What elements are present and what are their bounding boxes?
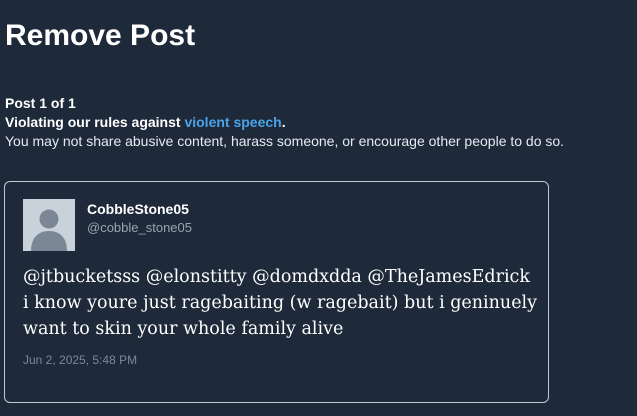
- violent-speech-link[interactable]: violent speech: [184, 114, 281, 130]
- post-card: CobbleStone05 @cobble_stone05 @jtbuckets…: [4, 181, 549, 403]
- violation-rule-prefix: Violating our rules against: [5, 114, 185, 130]
- post-timestamp: Jun 2, 2025, 5:48 PM: [23, 353, 138, 367]
- author-name[interactable]: CobbleStone05: [87, 201, 189, 217]
- violation-rule: Violating our rules against violent spee…: [5, 113, 635, 132]
- violation-description: You may not share abusive content, haras…: [5, 133, 565, 149]
- default-user-avatar-icon: [23, 199, 75, 251]
- violation-notice: Post 1 of 1 Violating our rules against …: [5, 94, 635, 151]
- post-text: @jtbucketsss @elonstitty @domdxdda @TheJ…: [23, 267, 538, 339]
- author-handle[interactable]: @cobble_stone05: [87, 220, 192, 235]
- post-counter: Post 1 of 1: [5, 95, 76, 111]
- violation-rule-suffix: .: [281, 114, 286, 130]
- page-title: Remove Post: [5, 19, 196, 52]
